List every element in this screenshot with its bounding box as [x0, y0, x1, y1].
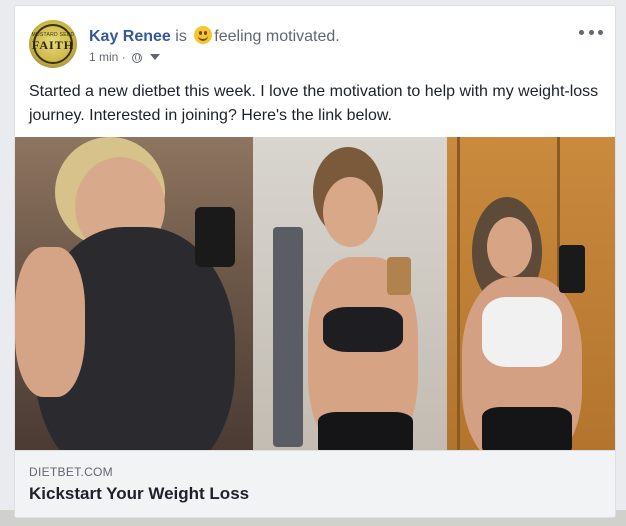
dot-icon [588, 29, 594, 35]
is-word: is [175, 28, 187, 45]
dot-icon [579, 29, 584, 35]
globe-icon[interactable] [132, 53, 143, 63]
top-shape [482, 297, 562, 367]
phone-shape [195, 207, 235, 267]
face-shape [323, 177, 378, 247]
shorts-shape [318, 412, 413, 450]
photo-panel-middle [253, 137, 447, 450]
link-preview[interactable]: DIETBET.COM Kickstart Your Weight Loss [15, 450, 615, 517]
meta-separator: · [121, 50, 126, 64]
chevron-down-icon[interactable] [150, 54, 161, 60]
author-name[interactable]: Kay Renee [89, 28, 171, 45]
locker-line [457, 137, 460, 450]
avatar[interactable]: MUSTARD SEED FAITH [29, 20, 77, 68]
timestamp[interactable]: 1 min [89, 50, 118, 64]
avatar-big-text: FAITH [31, 38, 75, 52]
post-header: MUSTARD SEED FAITH Kay Renee is feeling … [29, 20, 603, 70]
arm-shape [15, 247, 85, 397]
more-options-button[interactable] [579, 24, 603, 40]
photo-panel-before [15, 137, 253, 450]
post-meta: 1 min · [89, 50, 161, 64]
dot-icon [598, 29, 603, 35]
shorts-shape [482, 407, 572, 450]
post-photo[interactable] [15, 137, 615, 450]
face-shape [487, 217, 532, 277]
post-headline: Kay Renee is feeling motivated. [89, 26, 340, 46]
feeling-text[interactable]: feeling motivated. [214, 28, 339, 45]
phone-shape [559, 245, 585, 293]
post-text: Started a new dietbet this week. I love … [29, 83, 599, 124]
link-title[interactable]: Kickstart Your Weight Loss [29, 484, 249, 504]
post-card: MUSTARD SEED FAITH Kay Renee is feeling … [14, 5, 616, 518]
phone-shape [387, 257, 411, 295]
headboard-shape [273, 227, 303, 447]
photo-panel-after [447, 137, 615, 450]
smiley-emoji-icon [194, 26, 213, 44]
top-shape [323, 307, 403, 352]
link-domain: DIETBET.COM [29, 465, 113, 479]
